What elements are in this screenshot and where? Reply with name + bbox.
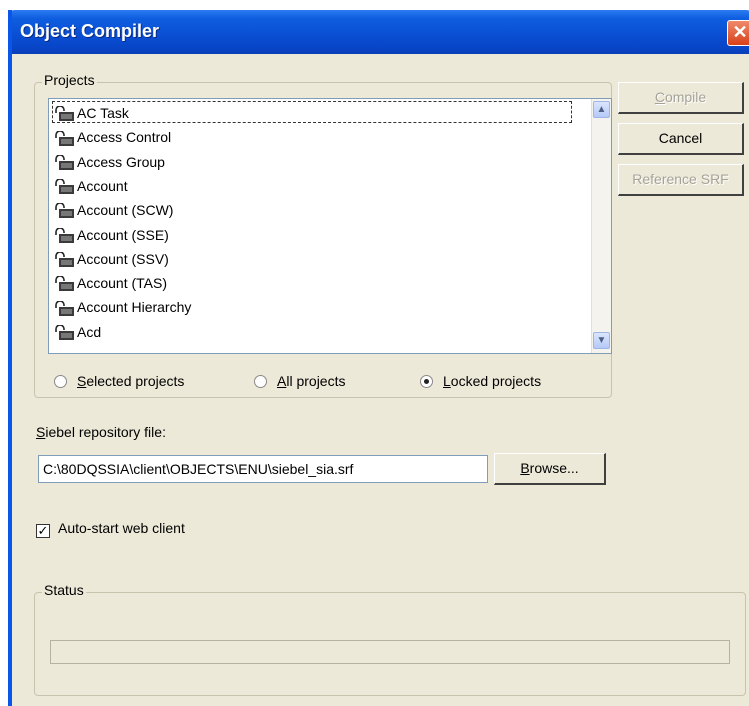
- list-item-label: Access Group: [77, 153, 165, 170]
- list-item[interactable]: Account (SSE): [53, 223, 169, 247]
- list-item[interactable]: Account Hierarchy: [53, 295, 191, 319]
- list-item[interactable]: Account (SSV): [53, 247, 169, 271]
- lock-icon: [55, 300, 74, 316]
- list-item-label: Account: [77, 177, 128, 194]
- radio-circle-selected: [420, 375, 433, 388]
- projects-legend: Projects: [42, 72, 97, 88]
- list-item-label: Account (TAS): [77, 275, 167, 292]
- lock-icon: [55, 179, 74, 195]
- list-item-label: Account (SSV): [77, 250, 169, 267]
- status-legend: Status: [42, 582, 86, 598]
- radio-label: ll projects: [286, 373, 346, 389]
- repository-label-text: iebel repository file:: [45, 424, 166, 440]
- browse-accel: B: [520, 460, 530, 476]
- lock-icon: [55, 227, 74, 243]
- checkmark-icon: ✓: [36, 523, 50, 538]
- radio-circle: [254, 375, 267, 388]
- lock-icon: [55, 203, 74, 219]
- autostart-checkbox[interactable]: ✓ Auto-start web client: [36, 520, 185, 538]
- lock-icon: [55, 276, 74, 292]
- list-focus-rect: [52, 101, 572, 123]
- list-item-label: Account (SCW): [77, 202, 174, 219]
- list-item[interactable]: Account (SCW): [53, 198, 173, 222]
- status-progress-bar: [50, 640, 730, 664]
- projects-list[interactable]: AC Task Access Control Access Group Account…: [48, 98, 612, 354]
- repository-file-input[interactable]: C:\80DQSSIA\client\OBJECTS\ENU\siebel_si…: [38, 455, 488, 483]
- list-item[interactable]: Access Control: [53, 125, 171, 149]
- reference-srf-button[interactable]: Reference SRF: [618, 164, 744, 196]
- radio-label-accel: L: [443, 373, 451, 389]
- repository-label: Siebel repository file:: [36, 424, 166, 440]
- radio-label: ocked projects: [450, 373, 542, 389]
- window-title: Object Compiler: [20, 21, 160, 41]
- list-item-label: Account (SSE): [77, 226, 169, 243]
- list-item[interactable]: Account (TAS): [53, 271, 167, 295]
- radio-label-accel: A: [277, 373, 287, 389]
- lock-icon: [55, 154, 74, 170]
- radio-label: elected projects: [86, 373, 185, 389]
- list-item-label: Acd: [77, 323, 102, 340]
- compile-button[interactable]: Compile: [618, 82, 744, 114]
- list-item[interactable]: Account: [53, 174, 128, 198]
- list-item[interactable]: Access Group: [53, 150, 165, 174]
- radio-label-accel: S: [77, 373, 87, 389]
- autostart-label: Auto-start web client: [58, 520, 185, 536]
- radio-selected-projects[interactable]: Selected projects: [54, 370, 184, 392]
- list-item-label: Access Control: [77, 129, 172, 146]
- radio-locked-projects[interactable]: Locked projects: [420, 370, 541, 392]
- list-item-label: Account Hierarchy: [77, 299, 192, 316]
- cancel-button[interactable]: Cancel: [618, 123, 744, 155]
- radio-circle: [54, 375, 67, 388]
- browse-label: rowse...: [529, 460, 579, 476]
- compile-label: ompile: [664, 89, 707, 105]
- chevron-down-icon[interactable]: ▼: [593, 332, 610, 349]
- radio-all-projects[interactable]: All projects: [254, 370, 345, 392]
- object-compiler-dialog: Object Compiler ✕ Projects AC Task Access…: [8, 10, 749, 706]
- list-item[interactable]: Acd: [53, 320, 101, 344]
- lock-icon: [55, 130, 74, 146]
- close-button[interactable]: ✕: [727, 20, 749, 46]
- vertical-scrollbar[interactable]: ▲ ▼: [591, 99, 611, 353]
- browse-button[interactable]: Browse...: [494, 453, 606, 485]
- compile-accel: C: [654, 89, 665, 105]
- title-bar: Object Compiler ✕: [12, 10, 749, 54]
- lock-icon: [55, 252, 74, 268]
- repository-label-accel: S: [36, 424, 46, 440]
- chevron-up-icon[interactable]: ▲: [593, 101, 610, 118]
- lock-icon: [55, 324, 74, 340]
